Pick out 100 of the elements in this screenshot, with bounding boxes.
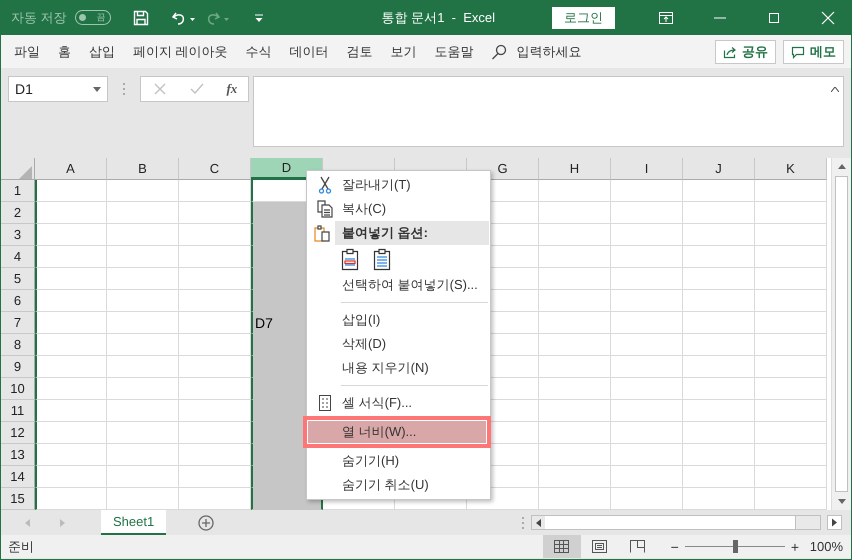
insert-function-button[interactable]: fx [226,81,238,97]
table-cell [107,180,179,202]
table-cell [683,422,755,444]
paste-button[interactable] [341,248,359,270]
column-header[interactable]: A [35,158,107,180]
name-box[interactable]: D1 [8,76,108,102]
column-header[interactable]: K [755,158,827,180]
ribbon-display-icon[interactable] [658,10,674,26]
table-cell [35,224,107,246]
row-header[interactable]: 3 [1,224,35,246]
menu-item[interactable]: 선택하여 붙여넣기(S)... [308,273,489,297]
table-cell [755,224,827,246]
ribbon-tab[interactable]: 페이지 레이아웃 [124,42,237,60]
copy-icon [317,200,333,218]
table-cell [683,334,755,356]
ribbon-tab[interactable]: 삽입 [80,42,124,60]
table-cell [35,356,107,378]
menu-item[interactable]: 내용 지우기(N) [308,356,489,380]
up-arrow-icon[interactable] [838,164,846,169]
table-cell [179,290,251,312]
column-header[interactable]: H [539,158,611,180]
grip-icon [122,82,126,96]
table-cell [755,378,827,400]
clipboard-icon [373,248,391,270]
paste-button[interactable] [373,248,391,270]
row-header[interactable]: 2 [1,202,35,224]
column-header[interactable]: C [179,158,251,180]
check-icon[interactable] [189,81,206,97]
row-header[interactable]: 1 [1,180,35,202]
collapse-icon[interactable] [831,87,839,92]
share-button[interactable]: 공유 [715,40,776,64]
row-header[interactable]: 8 [1,334,35,356]
row-header[interactable]: 15 [1,488,35,510]
ribbon-tab[interactable]: 도움말 [426,42,483,60]
table-cell [611,312,683,334]
table-cell [107,334,179,356]
table-cell [683,356,755,378]
formula-field[interactable] [253,76,844,147]
left-arrow-icon[interactable] [536,518,541,526]
ribbon-tab[interactable]: 수식 [236,42,281,60]
table-cell [539,356,611,378]
row-header[interactable]: 10 [1,378,35,400]
undo-icon[interactable] [170,10,197,26]
table-cell [539,268,611,290]
menu-item[interactable]: 열 너비(W)... [308,421,486,443]
login-button[interactable]: 로그인 [552,6,615,28]
ribbon-tab[interactable]: 데이터 [280,42,338,60]
row-header[interactable]: 14 [1,466,35,488]
menu-item[interactable]: 삭제(D) [308,332,489,356]
sheet-tab[interactable]: Sheet1 [101,510,166,534]
ribbon-tab[interactable]: 파일 [5,42,49,60]
row-header[interactable]: 4 [1,246,35,268]
vertical-scrollbar[interactable] [831,158,851,510]
clipboard-icon [314,224,330,242]
table-cell [35,246,107,268]
zoom-out-button[interactable]: − [670,538,679,554]
dropdown-icon [93,86,101,92]
row-header[interactable]: 6 [1,290,35,312]
window-title: 통합 문서1 - Excel [380,8,496,26]
zoom-in-button[interactable]: + [790,538,799,554]
row-header[interactable]: 12 [1,422,35,444]
comments-button[interactable]: 메모 [783,40,844,64]
table-cell [35,312,107,334]
row-header[interactable]: 9 [1,356,35,378]
column-header[interactable]: B [107,158,179,180]
page-icon [592,540,608,553]
search-icon[interactable] [490,44,507,60]
save-icon[interactable] [132,10,149,26]
menu-item[interactable]: 숨기기 취소(U) [308,473,489,497]
close-icon[interactable] [820,10,836,26]
table-cell [539,290,611,312]
menu-item[interactable]: 셀 서식(F)... [308,391,489,415]
down-arrow-icon[interactable] [838,499,846,504]
column-header[interactable]: J [683,158,755,180]
slider-thumb[interactable] [732,540,738,553]
row-header[interactable]: 7 [1,312,35,334]
add-sheet-icon[interactable] [198,514,214,530]
table-cell [539,180,611,202]
table-cell [179,400,251,422]
table-cell [683,224,755,246]
view-button[interactable] [542,535,581,558]
menu-item[interactable]: 복사(C) [308,197,489,221]
horizontal-scrollbar[interactable] [531,515,821,530]
share-icon [723,44,737,58]
row-header[interactable]: 13 [1,444,35,466]
table-cell [179,356,251,378]
row-header[interactable]: 11 [1,400,35,422]
table-cell [35,180,107,202]
ribbon-tab[interactable]: 보기 [382,42,426,60]
table-cell [179,466,251,488]
table-cell [683,466,755,488]
menu-item[interactable]: 숨기기(H) [308,449,489,473]
column-header[interactable]: I [611,158,683,180]
table-cell [107,246,179,268]
row-header[interactable]: 5 [1,268,35,290]
table-cell [611,378,683,400]
ribbon-tab[interactable]: 검토 [338,42,382,60]
tell-me-field[interactable]: 입력하세요 [514,43,629,60]
table-cell [539,400,611,422]
ribbon-tab[interactable]: 홈 [49,42,80,60]
